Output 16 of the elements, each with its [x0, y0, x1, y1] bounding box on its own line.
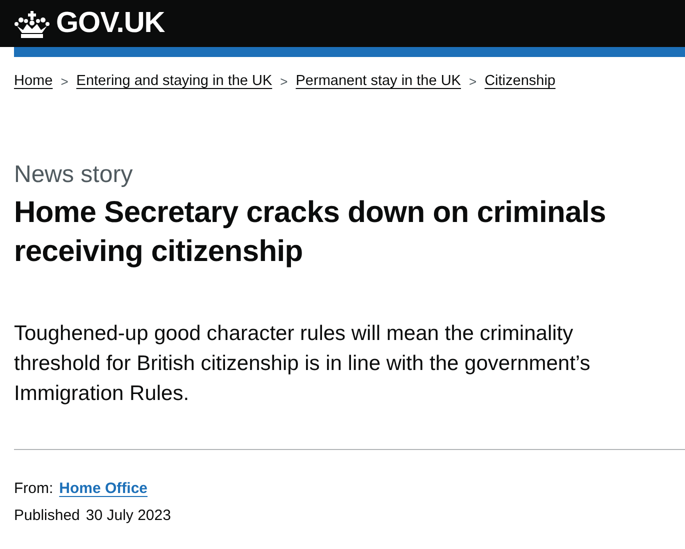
article-summary: Toughened-up good character rules will mean the criminality threshold for British citizenship is in line with the government’s Immigration Rules.: [14, 321, 592, 407]
chevron-icon: >: [60, 74, 68, 88]
crown-icon: [14, 8, 50, 38]
from-label: From:: [14, 480, 54, 497]
breadcrumb-link[interactable]: Entering and staying in the UK: [76, 73, 272, 89]
breadcrumb-link[interactable]: Permanent stay in the UK: [296, 73, 461, 89]
article-type: News story: [14, 161, 134, 189]
article-title: Home Secretary cracks down on criminals receiving citizenship: [14, 195, 607, 270]
breadcrumb-link[interactable]: Citizenship: [484, 73, 556, 89]
published-date: 30 July 2023: [86, 507, 171, 524]
breadcrumb-link[interactable]: Home: [14, 73, 53, 89]
published-label: Published: [14, 507, 80, 524]
chevron-icon: >: [468, 74, 477, 88]
organisation-link[interactable]: Home Office: [59, 480, 148, 497]
chevron-icon: >: [280, 74, 288, 88]
govuk-logo[interactable]: GOV.UK: [14, 7, 165, 40]
